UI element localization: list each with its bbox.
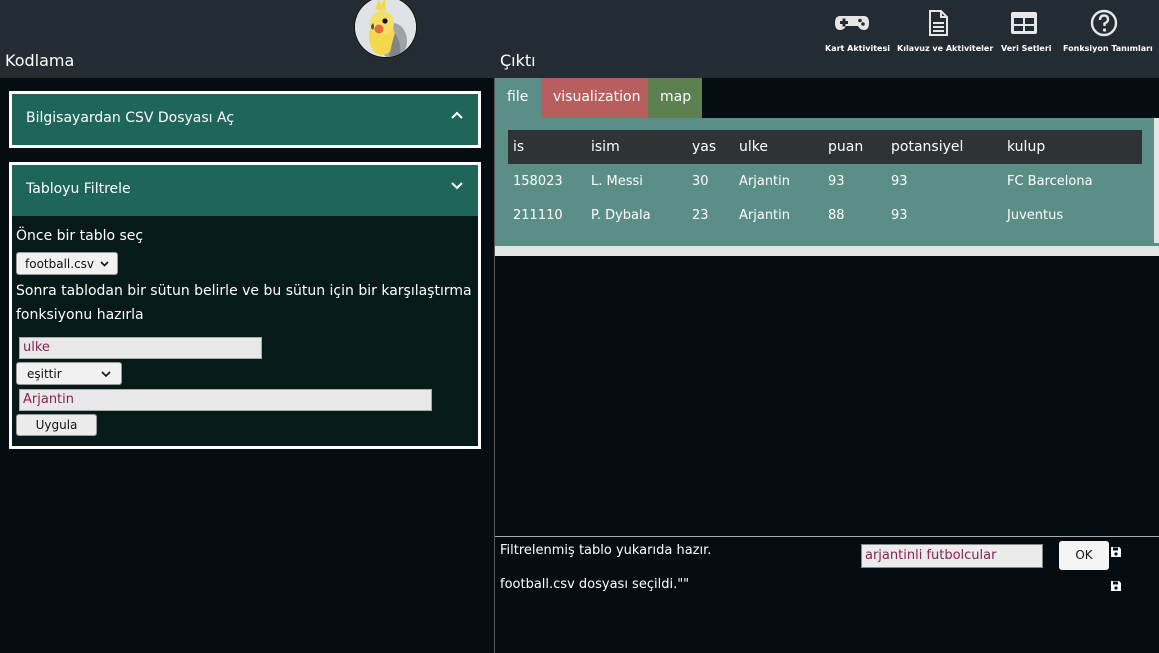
top-bar: Kodlama Çıktı Kart Aktivitesi Kılavuz ve… [0, 0, 1159, 78]
output-panel: file visualization map is isim yas ulke … [494, 78, 1159, 653]
table-select-value: football.csv [25, 256, 95, 271]
nav-function-definitions[interactable]: Fonksiyon Tanımları [1063, 8, 1153, 53]
cockatiel-logo [354, 0, 417, 58]
column-header[interactable]: potansiyel [886, 130, 1002, 164]
table-cell: Arjantin [739, 207, 791, 223]
chevron-up-icon[interactable] [450, 110, 464, 120]
filter-body: Önce bir tablo seç football.csv Sonra ta… [12, 216, 478, 440]
column-header[interactable]: yas [687, 130, 734, 164]
open-csv-title: Bilgisayardan CSV Dosyası Aç [26, 110, 235, 126]
table-row: 158023 L. Messi 30 Arjantin 93 93 FC Bar… [508, 164, 1142, 198]
vertical-scrollbar[interactable] [1154, 118, 1159, 243]
coding-panel: Bilgisayardan CSV Dosyası Aç Tabloyu Fil… [0, 78, 494, 653]
nav-card-activity[interactable]: Kart Aktivitesi [825, 8, 890, 53]
ok-button[interactable]: OK [1059, 541, 1109, 570]
column-header[interactable]: is [508, 130, 586, 164]
open-csv-header[interactable]: Bilgisayardan CSV Dosyası Aç [12, 94, 478, 145]
nav-datasets[interactable]: Veri Setleri [1001, 8, 1052, 53]
nav-label: Veri Setleri [1001, 44, 1052, 53]
table-cell: 30 [692, 173, 709, 189]
gamepad-icon [835, 16, 869, 30]
save-icon[interactable] [1110, 580, 1122, 592]
step1-label: Önce bir tablo seç [16, 228, 144, 244]
file-tab-content: is isim yas ulke puan potansiyel kulup 1… [495, 118, 1159, 247]
table-cell: 93 [828, 173, 845, 189]
chevron-down-icon[interactable] [450, 181, 464, 191]
nav-label: Kılavuz ve Aktiviteler [897, 44, 994, 53]
apply-button[interactable]: Uygula [16, 414, 97, 436]
table-name-input[interactable]: arjantinli futbolcular [861, 544, 1043, 568]
operator-select[interactable]: eşittir [16, 362, 122, 385]
column-header[interactable]: ulke [734, 130, 823, 164]
tab-map[interactable]: map [648, 78, 702, 118]
tab-file[interactable]: file [495, 78, 541, 118]
console-message: Filtrelenmiş tablo yukarıda hazır. [500, 543, 712, 558]
open-csv-panel: Bilgisayardan CSV Dosyası Aç [9, 91, 481, 148]
nav-label: Fonksiyon Tanımları [1063, 44, 1153, 53]
filter-title: Tabloyu Filtrele [26, 181, 131, 197]
column-input[interactable]: ulke [19, 337, 262, 359]
column-header[interactable]: puan [823, 130, 886, 164]
step2-label: Sonra tablodan bir sütun belirle ve bu s… [16, 283, 472, 323]
operator-value: eşittir [27, 366, 62, 381]
help-circle-icon [1090, 9, 1118, 37]
table-cell: 158023 [513, 173, 563, 189]
table-cell: 23 [692, 207, 709, 223]
coding-title: Kodlama [5, 51, 75, 70]
console-message: football.csv dosyası seçildi."" [500, 577, 690, 592]
document-icon [929, 10, 948, 36]
chevron-down-icon [100, 260, 109, 267]
table-cell: Juventus [1007, 207, 1064, 223]
table-cell: 93 [891, 207, 908, 223]
save-icon[interactable] [1110, 546, 1122, 558]
table-cell: Arjantin [739, 173, 791, 189]
compare-value-input[interactable]: Arjantin [19, 389, 432, 411]
table-cell: L. Messi [591, 173, 643, 189]
table-cell: 88 [828, 207, 845, 223]
column-header[interactable]: isim [586, 130, 687, 164]
nav-guide-activities[interactable]: Kılavuz ve Aktiviteler [897, 8, 994, 53]
chevron-down-icon [101, 370, 111, 377]
table-icon [1011, 12, 1037, 34]
table-cell: 93 [891, 173, 908, 189]
console-panel: Filtrelenmiş tablo yukarıda hazır. arjan… [495, 536, 1159, 653]
filter-panel: Tabloyu Filtrele Önce bir tablo seç foot… [9, 162, 481, 449]
table-cell: 211110 [513, 207, 563, 223]
column-header[interactable]: kulup [1002, 130, 1142, 164]
output-title: Çıktı [500, 51, 536, 70]
data-table: is isim yas ulke puan potansiyel kulup 1… [508, 130, 1142, 232]
table-select[interactable]: football.csv [16, 252, 119, 275]
nav-label: Kart Aktivitesi [825, 44, 890, 53]
table-cell: P. Dybala [591, 207, 651, 223]
horizontal-scrollbar[interactable] [495, 246, 1159, 256]
table-row: 211110 P. Dybala 23 Arjantin 88 93 Juven… [508, 198, 1142, 232]
output-tabs: file visualization map [495, 78, 702, 118]
table-cell: FC Barcelona [1007, 173, 1093, 189]
tab-visualization[interactable]: visualization [541, 78, 648, 118]
filter-header[interactable]: Tabloyu Filtrele [12, 165, 478, 216]
table-header-row: is isim yas ulke puan potansiyel kulup [508, 130, 1142, 164]
